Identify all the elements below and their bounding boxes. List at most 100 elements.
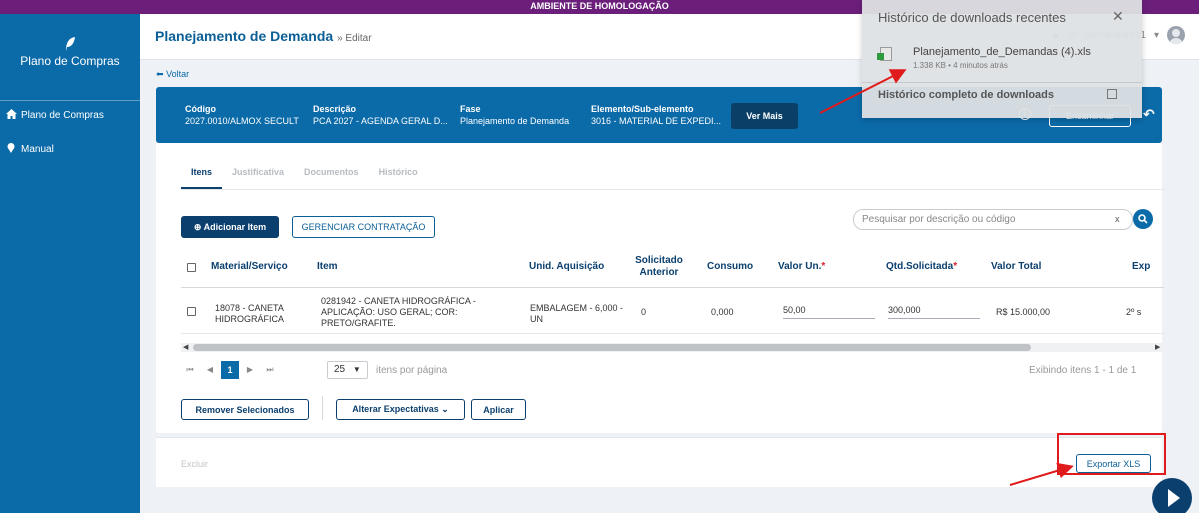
sidebar-item-label: Plano de Compras — [21, 110, 104, 121]
remover-selecionados-button[interactable]: Remover Selecionados — [181, 399, 309, 420]
app-logo[interactable]: Plano de Compras — [0, 36, 140, 68]
per-page-label: itens por página — [376, 365, 448, 376]
qtd-solicitada-input[interactable]: 300,000 — [888, 305, 980, 319]
cell-valor-total: R$ 15.000,00 — [996, 307, 1051, 317]
elemento-label: Elemento/Sub-elemento — [591, 104, 694, 114]
alterar-expectativas-label: Alterar Expectativas — [352, 404, 439, 414]
fase-value: Planejamento de Demanda — [460, 116, 570, 126]
items-card: Itens Justificativa Documentos Histórico… — [156, 143, 1164, 433]
per-page-value: 25 — [334, 364, 346, 375]
column-header-item[interactable]: Item — [317, 261, 338, 272]
alterar-expectativas-button[interactable]: Alterar Expectativas ⌄ — [336, 399, 465, 420]
sidebar-divider — [0, 100, 140, 101]
back-link-label: Voltar — [166, 69, 190, 79]
full-download-history-link[interactable]: Histórico completo de downloads — [878, 89, 1054, 101]
downloads-panel-title: Histórico de downloads recentes — [878, 10, 1066, 25]
codigo-label: Código — [185, 104, 216, 114]
downloaded-file-meta: 1.338 KB • 4 minutos atrás — [913, 61, 1008, 70]
page-subtitle: » Editar — [337, 33, 372, 44]
fase-field: Fase Planejamento de Demanda — [460, 104, 569, 126]
downloaded-file-name[interactable]: Planejamento_de_Demandas (4).xls — [913, 46, 1091, 58]
add-item-button[interactable]: ⊕ Adicionar Item — [181, 216, 279, 238]
sidebar-item-label: Manual — [21, 144, 54, 155]
tab-documentos[interactable]: Documentos — [294, 167, 369, 189]
column-header-consumo[interactable]: Consumo — [707, 261, 753, 272]
column-header-valor-un[interactable]: Valor Un.* — [778, 261, 825, 272]
search-icon[interactable] — [1133, 209, 1153, 229]
tab-itens[interactable]: Itens — [181, 167, 223, 189]
column-header-exp[interactable]: Exp — [1132, 261, 1150, 272]
scroll-left-icon[interactable]: ◀ — [183, 343, 188, 352]
home-icon — [6, 109, 17, 122]
cell-consumo: 0,000 — [711, 307, 734, 317]
elemento-field: Elemento/Sub-elemento 3016 - MATERIAL DE… — [591, 104, 721, 126]
back-link[interactable]: ⬅ Voltar — [156, 69, 189, 80]
page-title-text: Planejamento de Demanda — [155, 28, 334, 44]
descricao-field: Descrição PCA 2027 - AGENDA GERAL D... — [313, 104, 448, 126]
aplicar-button[interactable]: Aplicar — [471, 399, 526, 420]
app-name: Plano de Compras — [20, 54, 120, 68]
column-header-unid[interactable]: Unid. Aquisição — [529, 261, 604, 272]
tab-divider — [181, 189, 1164, 190]
chevron-down-icon: ▾ — [1153, 29, 1159, 41]
caret-down-icon: ▼ — [352, 365, 361, 374]
scroll-right-icon[interactable]: ▶ — [1155, 343, 1160, 352]
last-page-icon[interactable]: ⏭ — [261, 361, 279, 379]
close-icon[interactable]: ✕ — [1112, 8, 1124, 25]
button-divider — [322, 396, 323, 420]
chat-assistant-button[interactable] — [1152, 478, 1192, 513]
column-header-qtd-solicitada[interactable]: Qtd.Solicitada* — [886, 261, 957, 272]
column-header-label: Valor Un. — [778, 261, 822, 272]
cell-exp: 2º s — [1126, 307, 1142, 317]
column-header-solicitado-anterior[interactable]: Solicitado Anterior — [634, 255, 684, 279]
scrollbar-thumb[interactable] — [193, 344, 1031, 351]
page-number[interactable]: 1 — [221, 361, 239, 379]
per-page-select[interactable]: 25 ▼ — [327, 361, 368, 379]
select-all-checkbox[interactable] — [187, 263, 196, 272]
exportar-xls-button[interactable]: Exportar XLS — [1076, 454, 1151, 473]
footer-actions: Excluir Exportar XLS — [156, 437, 1162, 487]
tab-historico[interactable]: Histórico — [369, 167, 428, 189]
avatar[interactable] — [1167, 26, 1185, 44]
table-header-divider — [181, 287, 1164, 288]
valor-un-input[interactable]: 50,00 — [783, 305, 875, 319]
excel-file-icon — [877, 47, 892, 61]
tab-bar: Itens Justificativa Documentos Histórico — [181, 167, 428, 189]
downloads-panel-divider — [862, 82, 1142, 83]
chevron-down-icon: ⌄ — [441, 404, 449, 414]
add-item-label: Adicionar Item — [203, 221, 267, 232]
cell-material: 18078 - CANETA HIDROGRÁFICA — [215, 303, 285, 324]
sidebar-item-plano-de-compras[interactable]: Plano de Compras — [6, 109, 104, 122]
row-checkbox[interactable] — [187, 307, 196, 316]
arrow-left-icon: ⬅ — [156, 69, 164, 79]
codigo-field: Código 2027.0010/ALMOX SECULT — [185, 104, 299, 126]
undo-icon[interactable]: ↶ — [1143, 106, 1155, 123]
cell-solicitado-anterior: 0 — [641, 307, 647, 317]
gerenciar-contratacao-button[interactable]: GERENCIAR CONTRATAÇÃO — [292, 216, 435, 238]
tab-justificativa[interactable]: Justificativa — [222, 167, 294, 189]
first-page-icon[interactable]: ⏮ — [181, 361, 199, 379]
next-page-icon[interactable]: ▶ — [241, 361, 259, 379]
plus-circle-icon: ⊕ — [193, 221, 202, 232]
descricao-value: PCA 2027 - AGENDA GERAL D... — [313, 116, 448, 126]
column-header-valor-total[interactable]: Valor Total — [991, 261, 1041, 272]
descricao-label: Descrição — [313, 104, 357, 114]
row-divider — [181, 333, 1164, 334]
ver-mais-button[interactable]: Ver Mais — [731, 103, 798, 129]
sidebar-item-manual[interactable]: Manual — [6, 143, 54, 156]
excluir-button[interactable]: Excluir — [181, 459, 208, 469]
column-header-material[interactable]: Material/Serviço — [211, 261, 288, 272]
horizontal-scrollbar[interactable]: ◀ ▶ — [181, 343, 1164, 352]
leaf-logo-icon — [0, 36, 140, 54]
pagination-summary: Exibindo itens 1 - 1 de 1 — [1029, 365, 1137, 376]
search-input[interactable]: Pesquisar por descrição ou código — [853, 209, 1133, 230]
codigo-value: 2027.0010/ALMOX SECULT — [185, 116, 299, 126]
prev-page-icon[interactable]: ◀ — [201, 361, 219, 379]
elemento-value: 3016 - MATERIAL DE EXPEDI... — [591, 116, 722, 126]
page-title: Planejamento de Demanda » Editar — [155, 28, 372, 44]
clear-search-icon[interactable]: x — [1115, 214, 1120, 224]
external-link-icon[interactable] — [1107, 89, 1117, 99]
cell-item: 0281942 - CANETA HIDROGRÁFICA - APLICAÇÃ… — [321, 296, 476, 328]
downloads-panel: Histórico de downloads recentes ✕ Planej… — [862, 0, 1142, 118]
column-header-label: Qtd.Solicitada — [886, 261, 954, 272]
